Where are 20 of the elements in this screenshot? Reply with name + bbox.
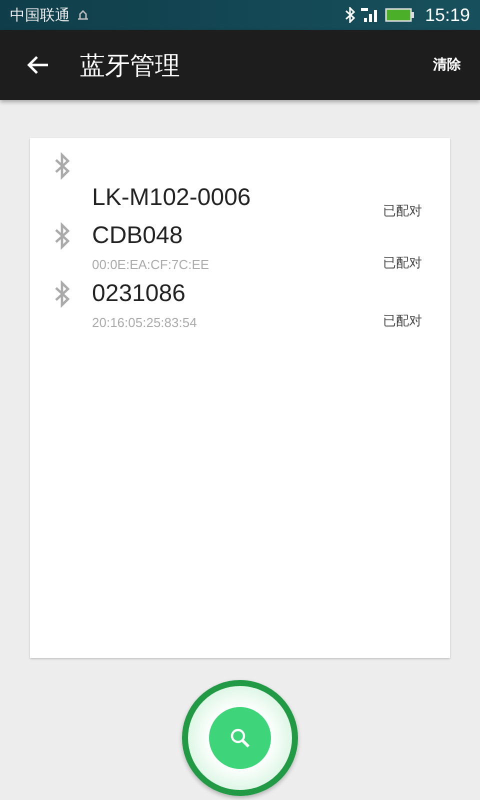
bluetooth-icon: [54, 222, 70, 250]
bluetooth-icon: [54, 152, 70, 180]
carrier-name: 中国联通: [10, 6, 70, 24]
device-name[interactable]: 0231086: [92, 278, 383, 310]
pairing-status: 已配对: [383, 312, 422, 330]
pairing-status: 已配对: [383, 202, 422, 220]
pairing-status: 已配对: [383, 254, 422, 272]
device-address: 20:16:05:25:83:54: [92, 315, 198, 330]
search-icon: [229, 727, 251, 749]
bluetooth-icon: [54, 280, 70, 308]
device-address: 00:0E:EA:CF:7C:EE: [92, 257, 210, 272]
clear-button[interactable]: 清除: [429, 52, 465, 78]
signal-icon: [360, 7, 379, 23]
device-name[interactable]: LK-M102-0006: [92, 182, 383, 214]
back-arrow-icon[interactable]: [26, 55, 50, 75]
device-name[interactable]: CDB048: [92, 220, 383, 252]
bluetooth-icon: [344, 7, 355, 23]
screen-title: 蓝牙管理: [80, 50, 180, 82]
clock: 15:19: [424, 4, 470, 26]
battery-icon: [384, 8, 415, 22]
